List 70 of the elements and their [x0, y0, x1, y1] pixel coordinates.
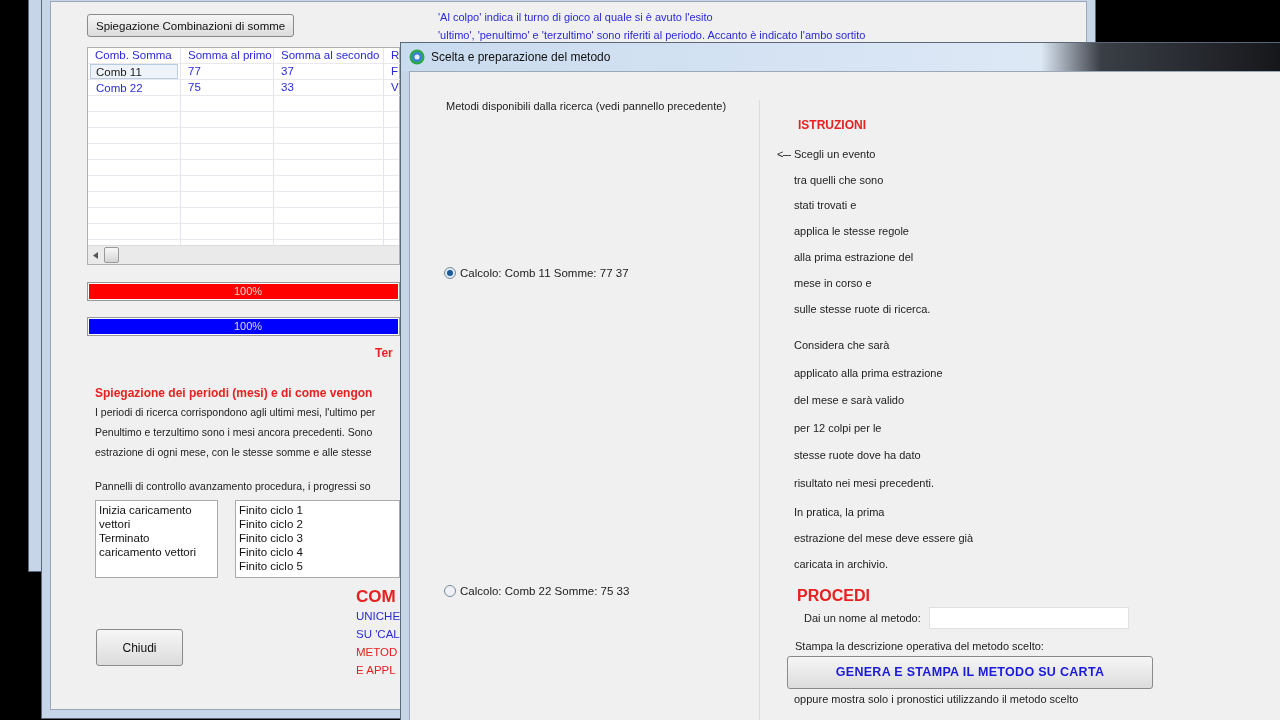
table-cell: 37 [274, 64, 384, 80]
radio-label[interactable]: Calcolo: Comb 11 Somme: 77 37 [460, 267, 629, 279]
comb-text: SU 'CAL [356, 627, 401, 642]
progress-label: 100% [234, 320, 263, 332]
method-radio[interactable]: Calcolo: Comb 11 Somme: 77 37 [438, 267, 759, 279]
group-caption: Metodi disponibili dalla ricerca (vedi pannello precedente) [445, 100, 728, 112]
scroll-left-icon[interactable] [93, 251, 98, 259]
progress-label: 100% [234, 285, 263, 297]
window-title: Scelta e preparazione del metodo [431, 50, 611, 64]
list-item: Finito ciclo 4 [239, 545, 304, 559]
status-text: Ter [374, 346, 394, 360]
instruction-line: caricata in archivio. [794, 557, 889, 570]
instruction-line: applicato alla prima estrazione [794, 366, 943, 379]
print-label: Stampa la descrizione operativa del metodo scelto: [794, 639, 1045, 652]
instruction-line: mese in corso e [794, 276, 872, 289]
comb-text: METOD [356, 645, 399, 660]
instruction-line: applica le stesse regole [794, 225, 909, 238]
instruction-line: alla prima estrazione del [794, 251, 914, 264]
log-list[interactable]: Inizia caricamento vettori Terminato caricamento vettori [95, 500, 218, 578]
table-cell[interactable]: Comb 22 [90, 80, 178, 95]
instruction-line: stati trovati e [794, 199, 857, 212]
column-header[interactable]: Somma al primo [181, 48, 274, 64]
scrollbar-thumb[interactable] [104, 247, 119, 263]
table-cell: 77 [181, 64, 274, 80]
close-button[interactable]: Chiudi [96, 629, 183, 666]
instruction-line: risultato nei mesi precedenti. [794, 476, 934, 489]
comb-text: UNICHE [356, 609, 401, 624]
instruction-line: In pratica, la prima [794, 505, 885, 518]
list-item: Finito ciclo 5 [239, 559, 304, 573]
pointer-text: <--- [777, 147, 792, 160]
instruction-line: del mese e sarà valido [794, 394, 905, 407]
comb-title: COM [356, 587, 397, 607]
note-text: 'Al colpo' indica il turno di gioco al quale si è avuto l'esito [438, 10, 714, 24]
explain-button[interactable]: Spiegazione Combinazioni di somme [87, 14, 295, 37]
name-field[interactable] [928, 606, 1129, 629]
instruction-line: sulle stesse ruote di ricerca. [794, 302, 931, 315]
list-item: Finito ciclo 2 [239, 517, 304, 531]
list-item: Finito ciclo 1 [239, 503, 304, 517]
instruction-line: Considera che sarà [794, 339, 890, 352]
list-item: Inizia caricamento vettori [99, 503, 193, 531]
method-radio[interactable]: Calcolo: Comb 22 Somme: 75 33 [438, 585, 759, 597]
panels-caption: Pannelli di controllo avanzamento procedura, i progressi so [95, 479, 372, 494]
list-item: Terminato caricamento vettori [99, 531, 198, 559]
horizontal-scrollbar[interactable] [88, 245, 399, 264]
list-item: Finito ciclo 3 [239, 531, 304, 545]
instructions-title: ISTRUZIONI [797, 118, 867, 132]
column-header[interactable]: Somma al secondo [274, 48, 384, 64]
paragraph-line: Penultimo e terzultimo sono i mesi ancora precedenti. Sono [95, 425, 374, 440]
proceed-title: PROCEDI [796, 586, 871, 605]
paragraph-line: I periodi di ricerca corrispondono agli ultimi mesi, l'ultimo per [95, 405, 377, 420]
table-cell[interactable]: Comb 11 [90, 64, 178, 79]
print-button[interactable]: GENERA E STAMPA IL METODO SU CARTA [787, 655, 1153, 689]
radio-icon[interactable] [444, 267, 456, 279]
app-icon [409, 49, 425, 65]
instruction-line: per 12 colpi per le [794, 421, 882, 434]
note-text: 'ultimo', 'penultimo' e 'terzultimo' sono riferiti al periodo. Accanto è indicato l'ambo sortito [438, 28, 866, 42]
name-label: Dai un nome al metodo: [804, 611, 921, 624]
comb-text: E APPL [356, 663, 397, 678]
radio-icon[interactable] [444, 585, 456, 597]
instruction-line: estrazione del mese deve essere già [794, 531, 974, 544]
alt-label: oppure mostra solo i pronostici utilizzando il metodo scelto [793, 692, 1080, 705]
paragraph-line: estrazione di ogni mese, con le stesse somme e alle stesse [95, 445, 373, 460]
instruction-line: Scegli un evento [794, 147, 876, 160]
log-list[interactable]: Finito ciclo 1 Finito ciclo 2 Finito ciclo 3 Finito ciclo 4 Finito ciclo 5 [235, 500, 400, 578]
instruction-line: stesse ruote dove ha dato [794, 449, 921, 462]
table-cell: 33 [274, 80, 384, 96]
table-cell: 75 [181, 80, 274, 96]
radio-label[interactable]: Calcolo: Comb 22 Somme: 75 33 [460, 585, 630, 597]
section-heading: Spiegazione dei periodi (mesi) e di come vengon [94, 386, 374, 400]
instruction-line: tra quelli che sono [794, 173, 884, 186]
